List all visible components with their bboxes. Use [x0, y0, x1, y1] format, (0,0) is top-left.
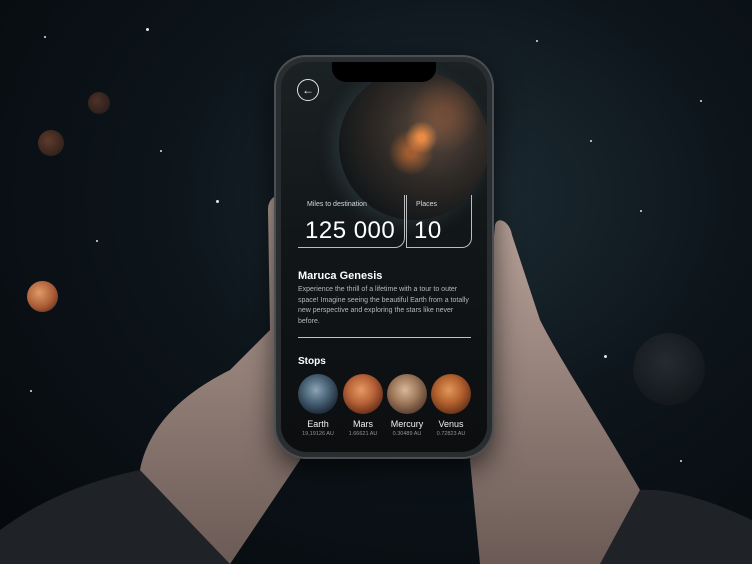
stop-name: Mercury: [390, 419, 424, 429]
stop-distance: 19,19126 AU: [302, 431, 334, 437]
tour-description: Experience the thrill of a lifetime with…: [298, 286, 469, 325]
stop-earth[interactable]: Earth 19,19126 AU: [296, 374, 340, 437]
stop-mercury[interactable]: Mercury 0.30489 AU: [385, 374, 429, 437]
stop-mars[interactable]: Mars 1.66621 AU: [341, 374, 385, 437]
venus-planet-image: [431, 374, 471, 414]
stop-name: Earth: [307, 419, 329, 429]
stop-distance: 0.30489 AU: [392, 431, 422, 437]
arrow-left-icon: ←: [302, 83, 314, 97]
stop-name: Mars: [353, 419, 373, 429]
back-button[interactable]: ←: [297, 79, 319, 101]
places-value: 10: [414, 217, 442, 244]
smartphone: ← Miles to destination 125 000 Places 10…: [276, 57, 492, 457]
divider: [298, 337, 471, 338]
mercury-planet-image: [387, 374, 427, 414]
stop-name: Venus: [438, 419, 464, 429]
app-screen: ← Miles to destination 125 000 Places 10…: [281, 62, 487, 452]
stop-distance: 0.72823 AU: [436, 431, 466, 437]
mars-planet-image: [343, 374, 383, 414]
earth-planet-image: [298, 374, 338, 414]
places-label: Places: [416, 201, 438, 208]
miles-card: Miles to destination 125 000: [298, 195, 405, 248]
miles-label: Miles to destination: [307, 201, 367, 208]
places-card: Places 10: [406, 195, 472, 248]
tour-title: Maruca Genesis: [298, 270, 383, 282]
stop-distance: 1.66621 AU: [348, 431, 378, 437]
phone-notch: [332, 62, 436, 82]
stop-venus[interactable]: Venus 0.72823 AU: [429, 374, 473, 437]
miles-value: 125 000: [305, 217, 396, 244]
stops-title: Stops: [298, 356, 326, 367]
